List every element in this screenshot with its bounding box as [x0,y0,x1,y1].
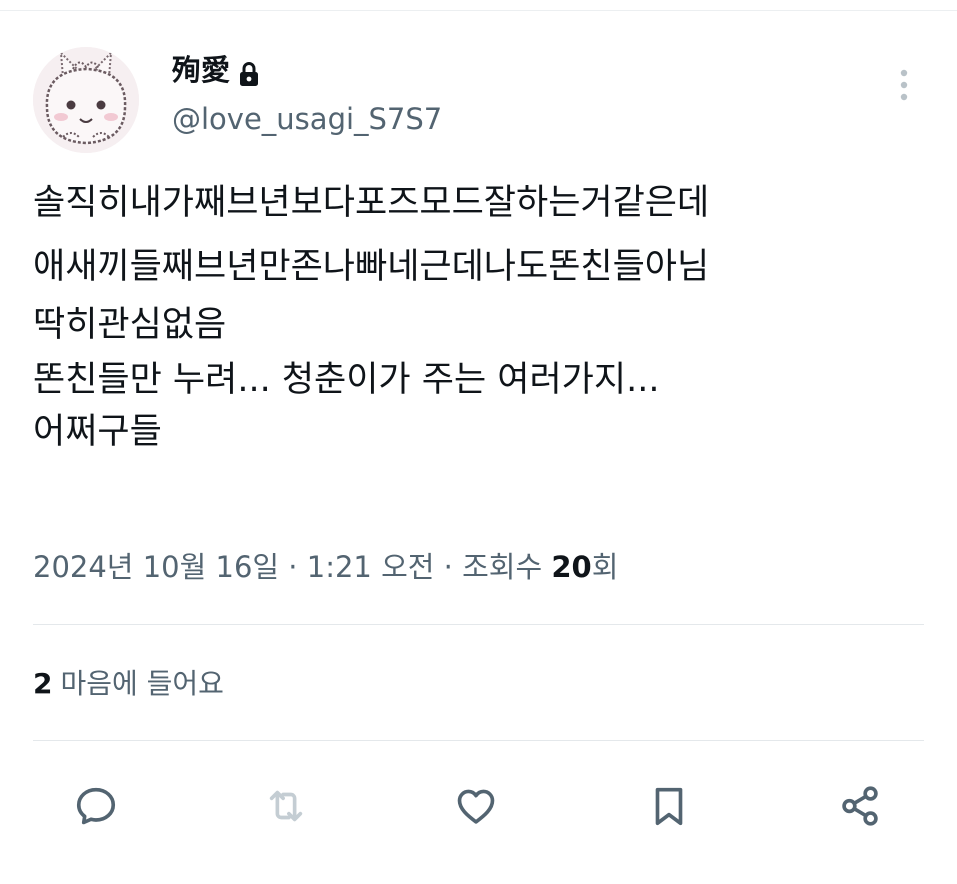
comment-icon [76,787,116,825]
tweet-line: 똔친들만 누려... 청춘이가 주는 여러가지... [33,360,660,400]
bunny-avatar-icon [33,47,139,153]
author-handle[interactable]: @love_usagi_S7S7 [172,99,442,139]
retweet-icon [269,790,303,822]
likes-label: 마음에 들어요 [60,667,224,700]
heart-icon [457,789,495,824]
views-count: 20 [551,550,592,584]
tweet-meta: 2024년 10월 16일 · 1:21 오전 · 조회수 20회 [33,545,618,589]
more-vertical-icon[interactable] [892,66,916,106]
top-divider [0,10,957,11]
likes-count: 2 [33,667,53,700]
author-display-name-row[interactable]: 殉愛 [172,50,260,90]
tweet-line: 딱히관심없음 [33,305,227,345]
reply-button[interactable] [70,780,122,832]
divider [33,624,924,625]
tweet-line: 솔직히내가째브년보다포즈모드잘하는거같은데 [33,183,710,223]
author-display-name[interactable]: 殉愛 [172,50,230,90]
like-button[interactable] [450,780,502,832]
share-icon [842,786,878,826]
divider [33,740,924,741]
bookmark-icon [655,787,683,826]
bookmark-button[interactable] [643,780,695,832]
tweet-line: 어쩌구들 [33,412,162,452]
share-button[interactable] [834,780,886,832]
lock-icon [238,57,260,86]
likes-stat[interactable]: 2 마음에 들어요 [33,662,224,706]
tweet-datetime[interactable]: 2024년 10월 16일 · 1:21 오전 · 조회수 [33,550,551,584]
tweet-line: 애새끼들째브년만존나빠네근데나도똔친들아님 [33,247,710,287]
avatar[interactable] [33,47,139,153]
retweet-button[interactable] [260,780,312,832]
tweet-text: 솔직히내가째브년보다포즈모드잘하는거같은데 애새끼들째브년만존나빠네근데나도똔친… [33,170,933,456]
views-suffix: 회 [591,550,619,584]
